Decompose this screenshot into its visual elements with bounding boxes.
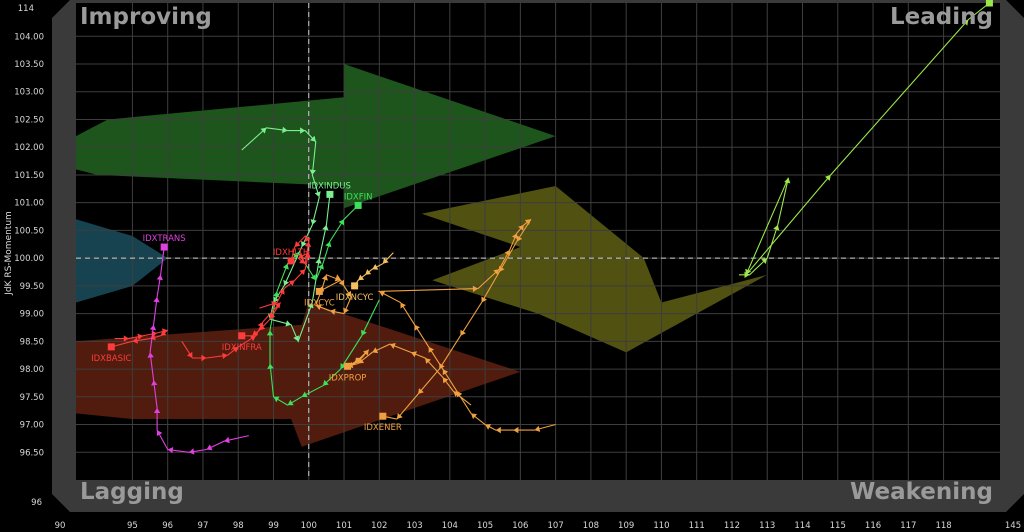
series-label-idxprop: IDXPROP xyxy=(329,373,367,383)
y-tick-label-7: 100.00 xyxy=(14,254,44,264)
x-tick-label-19: 114 xyxy=(794,521,810,531)
y-axis-label: JdK RS-Momentum xyxy=(4,211,14,296)
x-tick-label-3: 98 xyxy=(233,521,244,531)
series-head-idxener xyxy=(379,412,387,420)
x-tick-label-5: 100 xyxy=(301,521,317,531)
y-tick-label-10: 101.50 xyxy=(14,171,44,181)
y-tick-label-0: 96.50 xyxy=(20,448,44,458)
x-tick-label-9: 104 xyxy=(442,521,458,531)
y-tick-label-6: 99.50 xyxy=(20,282,44,292)
x-tick-label-14: 109 xyxy=(618,521,634,531)
series-label-idxbasic: IDXBASIC xyxy=(91,354,131,364)
x-tick-label-20: 115 xyxy=(830,521,846,531)
y-tick-label-14: 103.50 xyxy=(14,60,44,70)
series-head-idxinfra xyxy=(238,332,246,340)
series-head-idxprop xyxy=(344,362,352,370)
rrg-chart: IDXTECH IDXINDUSIDXFIN IDXHLTH IDXINFRA IDXB… xyxy=(0,0,1024,532)
quadrant-label-improving: Improving xyxy=(80,4,212,30)
series-head-idxfin xyxy=(354,201,362,209)
x-tick-label-6: 101 xyxy=(336,521,352,531)
x-tick-label-23: 118 xyxy=(935,521,951,531)
series-label-idxtech: IDXTECH xyxy=(956,0,994,1)
x-tick-label-0: 95 xyxy=(127,521,138,531)
y-edge-label-top: 114 xyxy=(18,4,34,14)
y-tick-label-5: 99.00 xyxy=(20,310,44,320)
series-head-idxtrans xyxy=(160,243,168,251)
y-tick-label-2: 97.50 xyxy=(20,393,44,403)
series-head-idxcyc xyxy=(315,287,323,295)
x-tick-label-8: 103 xyxy=(406,521,422,531)
series-label-idxinfra: IDXINFRA xyxy=(222,343,262,353)
x-tick-label-7: 102 xyxy=(371,521,387,531)
x-tick-label-11: 106 xyxy=(512,521,528,531)
x-tick-label-22: 117 xyxy=(900,521,916,531)
series-head-idxbasic xyxy=(107,343,115,351)
x-tick-label-12: 107 xyxy=(548,521,564,531)
x-tick-label-18: 113 xyxy=(759,521,775,531)
y-tick-label-3: 98.00 xyxy=(20,365,44,375)
x-tick-label-2: 97 xyxy=(198,521,209,531)
x-tick-label-15: 110 xyxy=(653,521,669,531)
y-edge-label-bottom: 96 xyxy=(31,498,42,508)
quadrant-label-leading: Leading xyxy=(890,4,993,30)
series-label-idxncyc: IDXNCYC xyxy=(336,293,374,303)
y-tick-label-11: 102.00 xyxy=(14,143,44,153)
series-head-idxindus xyxy=(326,190,334,198)
series-label-idxcyc: IDXCYC xyxy=(304,298,335,308)
y-tick-label-8: 100.50 xyxy=(14,226,44,236)
x-tick-label-13: 108 xyxy=(583,521,599,531)
series-label-idxindus: IDXINDUS xyxy=(309,181,351,191)
x-edge-label-right: 145 xyxy=(1005,521,1021,531)
y-tick-label-4: 98.50 xyxy=(20,337,44,347)
x-tick-label-21: 116 xyxy=(865,521,881,531)
quadrant-label-weakening: Weakening xyxy=(850,479,993,505)
x-tick-label-16: 111 xyxy=(689,521,705,531)
y-tick-label-1: 97.00 xyxy=(20,421,44,431)
x-edge-label-left: 90 xyxy=(55,521,66,531)
quadrant-label-lagging: Lagging xyxy=(80,479,184,505)
y-tick-label-9: 101.00 xyxy=(14,199,44,209)
series-label-idxener: IDXENER xyxy=(364,423,402,433)
series-head-idxhlth xyxy=(287,257,295,265)
y-tick-label-13: 103.00 xyxy=(14,88,44,98)
series-label-idxtrans: IDXTRANS xyxy=(143,234,186,244)
series-label-idxhlth: IDXHLTH xyxy=(273,248,309,258)
x-tick-label-10: 105 xyxy=(477,521,493,531)
x-tick-label-17: 112 xyxy=(724,521,740,531)
x-tick-label-4: 99 xyxy=(268,521,279,531)
y-tick-label-12: 102.50 xyxy=(14,115,44,125)
y-tick-label-15: 104.00 xyxy=(14,32,44,42)
series-head-idxncyc xyxy=(351,282,359,290)
x-tick-label-1: 96 xyxy=(162,521,173,531)
series-label-idxfin: IDXFIN xyxy=(344,192,373,202)
